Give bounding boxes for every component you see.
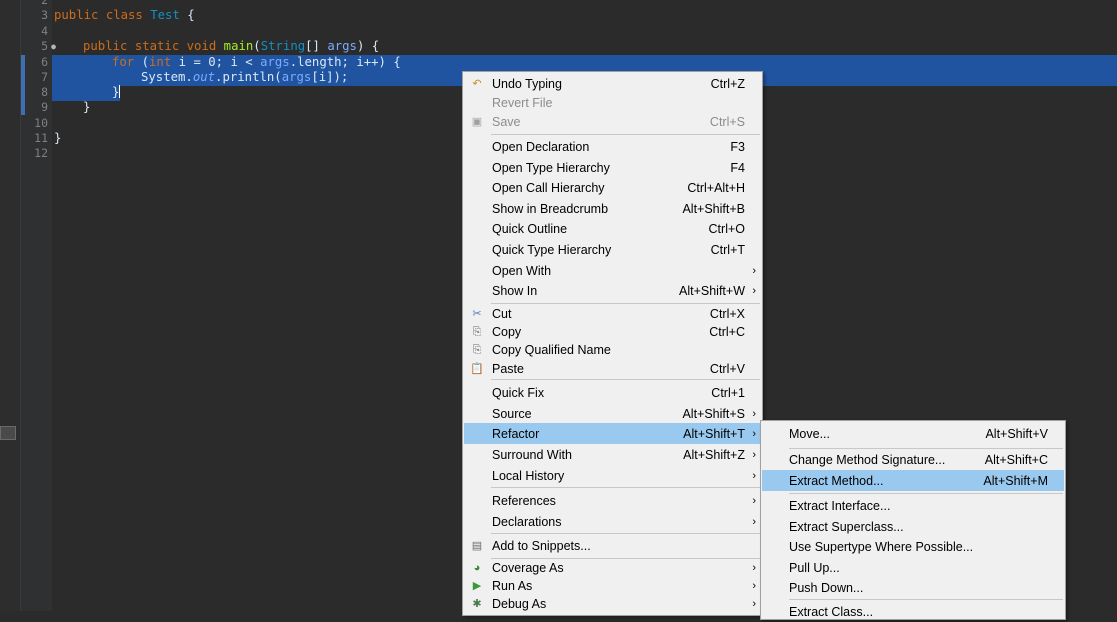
menu-separator: [491, 487, 760, 488]
menu-item-declarations[interactable]: Declarations ›: [464, 511, 761, 532]
run-icon: ▶: [472, 580, 482, 592]
snippet-icon: ▤: [471, 539, 483, 552]
line-number: 3: [41, 8, 48, 22]
menu-item-debug-as[interactable]: ✱ Debug As ›: [464, 595, 761, 613]
submenu-item-extract-interface[interactable]: Extract Interface...: [762, 495, 1064, 516]
copy-qualified-name-icon: ⎘: [472, 344, 482, 356]
menu-item-coverage-as[interactable]: ◕ Coverage As ›: [464, 559, 761, 577]
menu-item-references[interactable]: References ›: [464, 490, 761, 511]
menu-item-open-type-hierarchy[interactable]: Open Type Hierarchy F4: [464, 157, 761, 178]
menu-item-run-as[interactable]: ▶ Run As ›: [464, 577, 761, 595]
left-panel-strip: [0, 0, 20, 611]
chevron-right-icon: ›: [752, 598, 756, 610]
scissors-icon: ✂: [472, 308, 482, 320]
menu-item-undo-typing[interactable]: ↶ Undo Typing Ctrl+Z: [464, 73, 761, 94]
line-number: 10: [34, 116, 48, 130]
menu-item-source[interactable]: Source Alt+Shift+S ›: [464, 403, 761, 424]
submenu-item-move[interactable]: Move... Alt+Shift+V: [762, 422, 1064, 446]
menu-item-copy-qualified-name[interactable]: ⎘ Copy Qualified Name: [464, 341, 761, 359]
refactor-submenu: Move... Alt+Shift+V Change Method Signatu…: [760, 420, 1066, 620]
menu-item-show-in[interactable]: Show In Alt+Shift+W ›: [464, 280, 761, 301]
chevron-right-icon: ›: [752, 448, 756, 461]
text-caret: [119, 85, 121, 98]
chevron-right-icon: ›: [752, 515, 756, 528]
line-number-fold[interactable]: 5 ●: [26, 39, 56, 54]
menu-separator: [789, 599, 1063, 600]
menu-item-paste[interactable]: 📋 Paste Ctrl+V: [464, 359, 761, 378]
line-number: 7: [41, 70, 48, 84]
panel-restore-handle[interactable]: [0, 426, 16, 440]
menu-item-show-in-breadcrumb[interactable]: Show in Breadcrumb Alt+Shift+B: [464, 198, 761, 219]
save-icon: ▣: [471, 116, 483, 128]
menu-item-local-history[interactable]: Local History ›: [464, 465, 761, 486]
chevron-right-icon: ›: [752, 284, 756, 297]
line-number: 8: [41, 85, 48, 99]
menu-separator: [491, 303, 760, 304]
chevron-right-icon: ›: [752, 469, 756, 482]
code-line[interactable]: }: [112, 85, 121, 100]
menu-separator: [789, 493, 1063, 494]
chevron-right-icon: ›: [752, 427, 756, 440]
undo-icon: ↶: [472, 77, 482, 90]
menu-separator: [491, 533, 760, 534]
line-number: 9: [41, 100, 48, 114]
menu-item-surround-with[interactable]: Surround With Alt+Shift+Z ›: [464, 444, 761, 465]
menu-item-revert-file[interactable]: Revert File: [464, 93, 761, 113]
submenu-item-extract-class[interactable]: Extract Class...: [762, 601, 1064, 622]
menu-item-refactor[interactable]: Refactor Alt+Shift+T ›: [464, 423, 761, 444]
code-line[interactable]: for (int i = 0; i < args.length; i++) {: [112, 55, 401, 70]
submenu-item-change-method-signature[interactable]: Change Method Signature... Alt+Shift+C: [762, 449, 1064, 470]
line-number: 5: [41, 39, 48, 53]
line-number: 4: [41, 24, 48, 38]
menu-item-copy[interactable]: ⎘ Copy Ctrl+C: [464, 323, 761, 341]
clipboard-paste-icon: 📋: [470, 362, 484, 375]
selection-highlight: [52, 86, 120, 101]
menu-item-open-call-hierarchy[interactable]: Open Call Hierarchy Ctrl+Alt+H: [464, 177, 761, 198]
coverage-icon: ◕: [473, 562, 481, 574]
code-line[interactable]: }: [54, 131, 61, 146]
menu-separator: [491, 134, 760, 135]
line-number: 12: [34, 146, 48, 160]
code-line[interactable]: public class Test {: [54, 8, 195, 23]
menu-item-open-with[interactable]: Open With ›: [464, 260, 761, 281]
code-line[interactable]: }: [83, 100, 90, 115]
chevron-right-icon: ›: [752, 407, 756, 420]
submenu-item-use-supertype[interactable]: Use Supertype Where Possible...: [762, 536, 1064, 557]
line-number: 11: [34, 131, 48, 145]
chevron-right-icon: ›: [752, 264, 756, 277]
menu-item-save[interactable]: ▣ Save Ctrl+S: [464, 112, 761, 132]
menu-item-open-declaration[interactable]: Open Declaration F3: [464, 136, 761, 157]
menu-item-quick-type-hierarchy[interactable]: Quick Type Hierarchy Ctrl+T: [464, 239, 761, 260]
menu-item-quick-fix[interactable]: Quick Fix Ctrl+1: [464, 382, 761, 403]
line-number: 6: [41, 55, 48, 69]
menu-separator: [491, 379, 760, 380]
submenu-item-extract-method[interactable]: Extract Method... Alt+Shift+M: [762, 470, 1064, 491]
code-line[interactable]: System.out.println(args[i]);: [141, 70, 348, 85]
menu-item-add-to-snippets[interactable]: ▤ Add to Snippets...: [464, 535, 761, 556]
chevron-right-icon: ›: [752, 580, 756, 592]
selection-ruler-marker: [21, 55, 25, 115]
submenu-item-push-down[interactable]: Push Down...: [762, 577, 1064, 598]
context-menu: ↶ Undo Typing Ctrl+Z Revert File ▣ Save Ctrl…: [462, 71, 763, 616]
code-line[interactable]: public static void main(String[] args) {: [83, 39, 379, 54]
chevron-right-icon: ›: [752, 494, 756, 507]
submenu-item-extract-superclass[interactable]: Extract Superclass...: [762, 516, 1064, 537]
menu-item-quick-outline[interactable]: Quick Outline Ctrl+O: [464, 218, 761, 239]
debug-bug-icon: ✱: [472, 598, 482, 610]
submenu-item-pull-up[interactable]: Pull Up...: [762, 557, 1064, 578]
menu-item-cut[interactable]: ✂ Cut Ctrl+X: [464, 305, 761, 323]
copy-icon: ⎘: [472, 326, 482, 338]
chevron-right-icon: ›: [752, 562, 756, 574]
